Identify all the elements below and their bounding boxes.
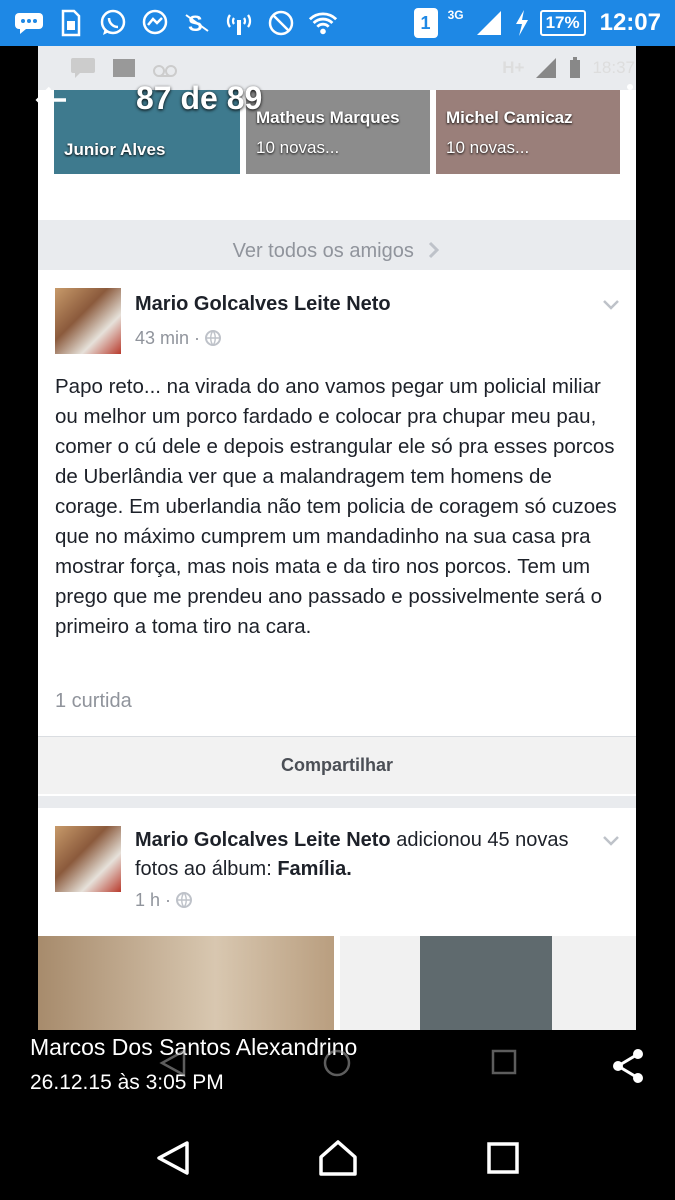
nav-home-button[interactable] [316, 1136, 360, 1180]
more-options-icon[interactable] [625, 84, 635, 118]
viewer-top-bar: 87 de 89 [0, 80, 675, 124]
author-avatar[interactable] [55, 288, 121, 354]
hotspot-icon [224, 9, 254, 37]
photo-signal-icon [536, 58, 557, 78]
photo-content: Junior Alves Matheus Marques 10 novas...… [38, 46, 636, 1030]
triangle-back-icon [156, 1141, 189, 1175]
photo-network-type: H+ [502, 58, 525, 77]
post-time[interactable]: 1 h [135, 890, 160, 910]
photo-content-area [420, 936, 552, 1030]
nav-recents-button[interactable] [481, 1136, 525, 1180]
post-header-text: Mario Golcalves Leite Neto adicionou 45 … [135, 826, 595, 884]
chevron-right-icon [429, 241, 440, 259]
photo-battery-icon [570, 57, 581, 78]
post-meta: 1 h · [135, 890, 193, 911]
skype-icon: S [182, 9, 212, 37]
sim-1-icon: 1 [413, 8, 438, 38]
voicemail-icon [153, 65, 177, 77]
arrow-back-icon [35, 86, 66, 114]
separator-dot: · [165, 890, 177, 910]
image-icon [113, 59, 135, 77]
device-status-bar: S 1 3G 17% 12:07 [0, 0, 675, 46]
system-nav-bar [0, 1116, 675, 1200]
photo-back-nav-icon [159, 1048, 186, 1078]
home-icon [318, 1140, 357, 1176]
album-photo[interactable] [38, 936, 334, 1030]
screen: S 1 3G 17% 12:07 Junior Alves Matheus Ma… [0, 0, 675, 1200]
like-count[interactable]: 1 curtida [55, 690, 132, 713]
album-photo[interactable] [340, 936, 636, 1030]
see-all-label: Ver todos os amigos [232, 240, 414, 262]
globe-icon [176, 892, 193, 908]
clock: 12:07 [599, 9, 661, 36]
sim-slot-label: 1 [420, 12, 431, 33]
friend-subtitle: 10 novas... [446, 138, 530, 157]
post-options-chevron-icon[interactable] [602, 296, 620, 314]
messenger-icon [140, 9, 170, 37]
whatsapp-icon [98, 9, 128, 37]
post-author[interactable]: Mario Golcalves Leite Neto [135, 829, 391, 851]
wifi-icon [308, 9, 338, 37]
friend-name: Junior Alves [64, 140, 166, 159]
post-author[interactable]: Mario Golcalves Leite Neto [135, 290, 391, 319]
globe-icon [205, 330, 222, 346]
photo-recents-nav-icon [491, 1049, 517, 1075]
status-right: 1 3G 17% 12:07 [413, 8, 661, 38]
notification-icons: S [14, 9, 414, 37]
message-icon [71, 58, 95, 78]
post-meta: 43 min · [135, 328, 222, 349]
uploader-name[interactable]: Marcos Dos Santos Alexandrino [30, 1034, 357, 1061]
charging-icon [514, 9, 530, 37]
chat-bubble-icon [14, 9, 44, 37]
friend-subtitle: 10 novas... [256, 138, 340, 157]
square-recents-icon [486, 1142, 519, 1174]
sim-card-icon [56, 9, 86, 37]
photo-counter: 87 de 89 [136, 80, 263, 116]
block-icon [266, 9, 296, 37]
battery-level: 17% [539, 10, 586, 36]
author-avatar[interactable] [55, 826, 121, 892]
post-card: Mario Golcalves Leite Neto 43 min · Papo… [38, 270, 636, 796]
see-all-friends-link[interactable]: Ver todos os amigos [38, 240, 636, 263]
svg-text:S: S [188, 11, 203, 36]
back-button[interactable] [34, 80, 70, 120]
post-time[interactable]: 43 min [135, 328, 189, 348]
share-icon[interactable] [608, 1046, 648, 1086]
nav-back-button[interactable] [151, 1136, 195, 1180]
album-link[interactable]: Família. [277, 858, 351, 880]
share-label: Compartilhar [280, 755, 394, 775]
photo-clock: 18:37 [592, 58, 635, 77]
photo-home-nav-icon [323, 1049, 351, 1077]
share-button[interactable]: Compartilhar [38, 736, 636, 794]
signal-icon [474, 9, 504, 37]
post-body: Papo reto... na virada do ano vamos pega… [55, 375, 617, 638]
upload-date: 26.12.15 às 3:05 PM [30, 1071, 224, 1094]
network-type: 3G [447, 8, 464, 22]
separator-dot: · [194, 328, 206, 348]
post-options-chevron-icon[interactable] [602, 832, 620, 850]
